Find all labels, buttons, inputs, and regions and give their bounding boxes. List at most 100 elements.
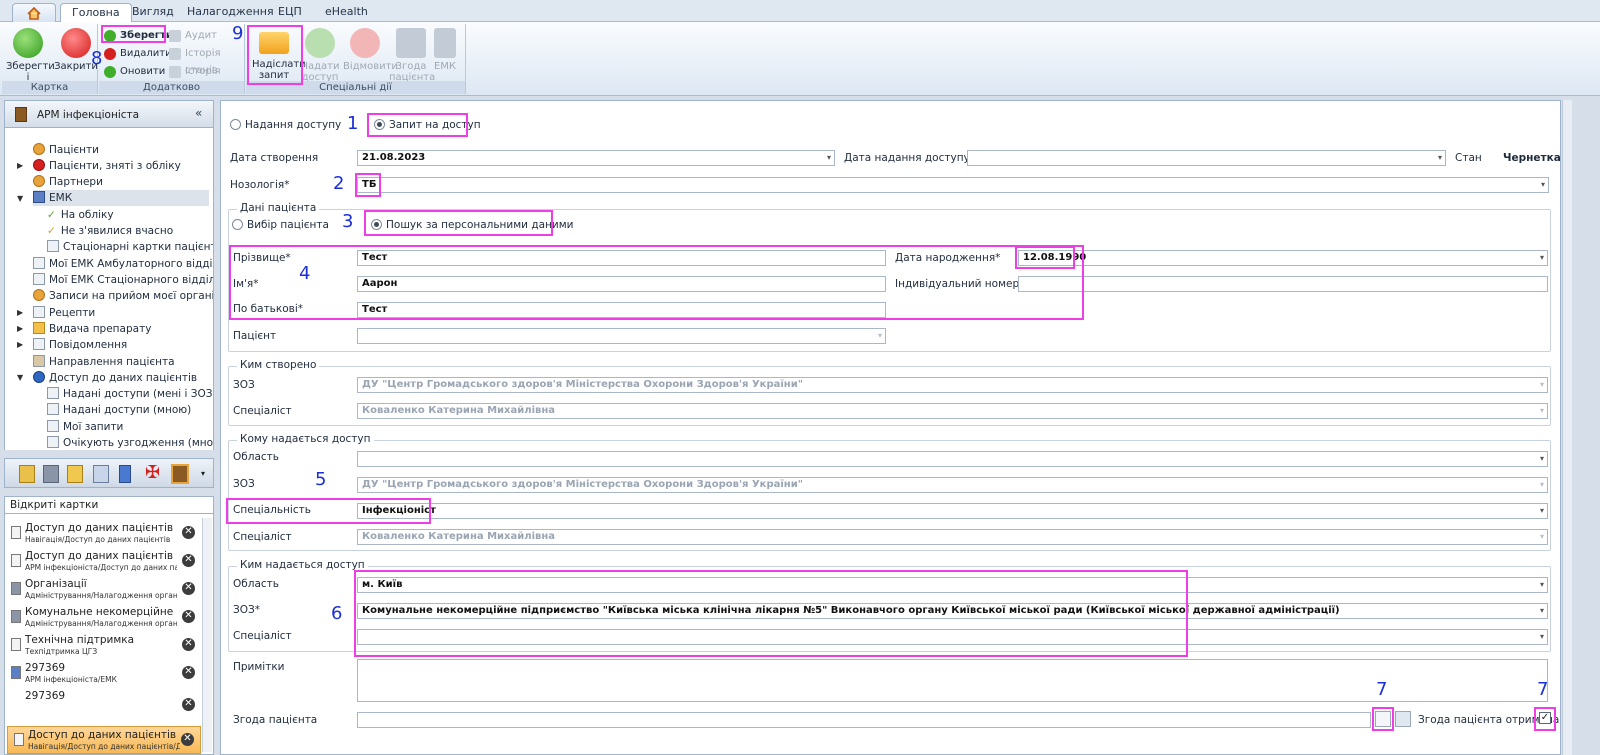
close-icon[interactable]: ✕ xyxy=(182,666,195,679)
close-icon[interactable]: ✕ xyxy=(182,698,195,711)
nav-item-referral[interactable]: Направлення пацієнта xyxy=(33,354,175,370)
nav-item-not-appeared[interactable]: ✓ Не з'явилися вчасно xyxy=(47,223,173,239)
granted-date-field[interactable] xyxy=(967,150,1446,166)
state-history-button[interactable]: Історія станів xyxy=(167,45,244,76)
nav-item-my-emk-inpatient[interactable]: Мої ЕМК Стаціонарного відділення xyxy=(33,272,213,288)
created-specialist-field[interactable]: Коваленко Катерина Михайлівна xyxy=(357,403,1548,419)
nav-item-granted-by-me[interactable]: Надані доступи (мною) xyxy=(47,402,191,418)
notes-field[interactable] xyxy=(357,659,1548,702)
folder-icon[interactable] xyxy=(67,465,83,483)
open-card[interactable]: 297369 ✕ xyxy=(5,688,201,716)
ribbon-icon[interactable]: ✠ xyxy=(145,464,160,482)
ribbon: Зберегти і закрити Закрити Картка Зберег… xyxy=(0,22,1600,96)
created-date-field[interactable]: 21.08.2023 xyxy=(357,150,835,166)
grant-access-button[interactable]: Надати доступ xyxy=(298,26,342,83)
to-region-field[interactable] xyxy=(357,451,1548,467)
patient-consent-button[interactable]: Згода пацієнта xyxy=(389,26,435,83)
idnum-field[interactable] xyxy=(1018,276,1548,292)
to-zoz-field[interactable]: ДУ "Центр Громадського здоров'я Міністер… xyxy=(357,477,1548,493)
home-button[interactable] xyxy=(12,3,56,22)
add-icon[interactable] xyxy=(19,465,35,483)
deny-button[interactable]: Відмовити xyxy=(343,26,398,72)
patient-field[interactable] xyxy=(357,328,886,344)
nav-item-my-requests[interactable]: Мої запити xyxy=(47,419,123,435)
history-icon xyxy=(169,48,181,60)
syringe-icon[interactable] xyxy=(119,465,131,483)
nav-item-registered[interactable]: ✓ На обліку xyxy=(47,207,114,223)
open-card[interactable]: Організації Адміністрування/Налагодження … xyxy=(5,576,201,604)
consent-field[interactable] xyxy=(357,712,1371,728)
nav-item-inpatient-cards[interactable]: Стаціонарні картки пацієнтів xyxy=(47,239,213,255)
radio-grant-access[interactable]: Надання доступу xyxy=(230,119,341,131)
nav-item-granted-to-me[interactable]: Надані доступи (мені і ЗОЗ) xyxy=(47,386,213,402)
by-specialist-label: Спеціаліст xyxy=(233,630,292,642)
referral-icon xyxy=(33,355,45,367)
left-panel: АРМ інфекціоніста « Пацієнти ▶ Пацієнти,… xyxy=(4,100,214,755)
collapse-tree-icon[interactable]: ▼ xyxy=(17,373,23,382)
close-icon[interactable]: ✕ xyxy=(182,638,195,651)
collapse-icon[interactable]: « xyxy=(195,106,202,120)
document-icon xyxy=(14,733,24,746)
chevron-down-icon[interactable]: ▾ xyxy=(201,469,205,478)
close-icon[interactable]: ✕ xyxy=(182,582,195,595)
print-history-button[interactable]: Історія друку xyxy=(167,63,244,94)
refresh-button[interactable]: Оновити xyxy=(102,63,165,80)
close-icon[interactable]: ✕ xyxy=(182,610,195,623)
close-icon[interactable]: ✕ xyxy=(182,526,195,539)
cabinet-icon[interactable] xyxy=(43,465,59,483)
audit-button[interactable]: Аудит xyxy=(167,27,217,44)
nosology-field[interactable]: ТБ xyxy=(357,177,1549,193)
nav-icon-bar: ✠ ▾ xyxy=(4,458,214,488)
calendar-icon[interactable] xyxy=(93,465,109,483)
emk-button[interactable]: ЕМК xyxy=(430,26,460,72)
book-icon[interactable] xyxy=(171,464,189,484)
collapse-tree-icon[interactable]: ▼ xyxy=(17,194,23,203)
expand-icon[interactable]: ▶ xyxy=(17,324,23,333)
nav-item-removed-patients[interactable]: Пацієнти, зняті з обліку xyxy=(33,158,181,174)
to-group-title: Кому надається доступ xyxy=(237,433,374,445)
nav-item-drug-issue[interactable]: Видача препарату xyxy=(33,321,151,337)
tab-ecp[interactable]: ЕЦП xyxy=(267,3,313,22)
form-scrollbar[interactable] xyxy=(1562,100,1572,755)
open-card[interactable]: Технічна підтримка Техпідтримка ЦГЗ ✕ xyxy=(5,632,201,660)
open-card[interactable]: Доступ до даних пацієнтів Навігація/Досту… xyxy=(5,520,201,548)
access-request-form: Надання доступу Запит на доступ 1 Дата с… xyxy=(220,100,1561,755)
to-specialist-field[interactable]: Коваленко Катерина Михайлівна xyxy=(357,529,1548,545)
birth-date-field[interactable]: 12.08.1990 xyxy=(1018,250,1548,266)
expand-icon[interactable]: ▶ xyxy=(17,308,23,317)
nav-item-emk[interactable]: ЕМК xyxy=(33,190,209,206)
annotation-6: 6 xyxy=(331,603,343,624)
document-icon xyxy=(33,257,45,269)
refresh-icon xyxy=(104,66,116,78)
open-card[interactable]: 297369 АРМ інфекціоніста/ЕМК ✕ xyxy=(5,660,201,688)
scan-icon[interactable] xyxy=(1395,711,1411,727)
open-card-active[interactable]: Доступ до даних пацієнтів Навігація/Досту… xyxy=(7,726,201,754)
nav-item-my-emk-outpatient[interactable]: Мої ЕМК Амбулаторного відділення xyxy=(33,256,213,272)
highlight-nosology xyxy=(355,173,381,197)
nav-item-patients[interactable]: Пацієнти xyxy=(33,142,99,158)
expand-icon[interactable]: ▶ xyxy=(17,161,23,170)
delete-button[interactable]: Видалити xyxy=(102,45,172,62)
open-cards-scrollbar[interactable] xyxy=(202,518,212,752)
nav-item-data-access[interactable]: Доступ до даних пацієнтів xyxy=(33,370,197,386)
deny-icon xyxy=(350,28,380,58)
expand-icon[interactable]: ▶ xyxy=(17,340,23,349)
close-icon[interactable]: ✕ xyxy=(181,733,194,746)
created-zoz-field[interactable]: ДУ "Центр Громадського здоров'я Міністер… xyxy=(357,377,1548,393)
nav-item-notifications[interactable]: Повідомлення xyxy=(33,337,127,353)
tab-ehealth[interactable]: eHealth xyxy=(314,3,379,22)
check-icon: ✓ xyxy=(47,225,56,237)
close-icon[interactable]: ✕ xyxy=(182,554,195,567)
radio-choose-patient[interactable]: Вибір пацієнта xyxy=(232,219,329,231)
nav-item-pending[interactable]: Очікують узгодження (мною і ЗС xyxy=(47,435,213,450)
recipe-icon xyxy=(33,306,45,318)
open-card[interactable]: Доступ до даних пацієнтів - Тест ААРМ ін… xyxy=(5,548,201,576)
speciality-field[interactable]: Інфекціоніст xyxy=(357,503,1548,519)
highlight-speciality xyxy=(226,498,431,524)
nav-item-appointments[interactable]: Записи на прийом моєї організації xyxy=(33,288,213,304)
document-icon xyxy=(33,338,45,350)
nosology-label: Нозологія* xyxy=(230,179,290,191)
open-card[interactable]: Комунальне некомерційне підпрАдмініструв… xyxy=(5,604,201,632)
nav-item-recipes[interactable]: Рецепти xyxy=(33,305,95,321)
nav-item-partners[interactable]: Партнери xyxy=(33,174,103,190)
